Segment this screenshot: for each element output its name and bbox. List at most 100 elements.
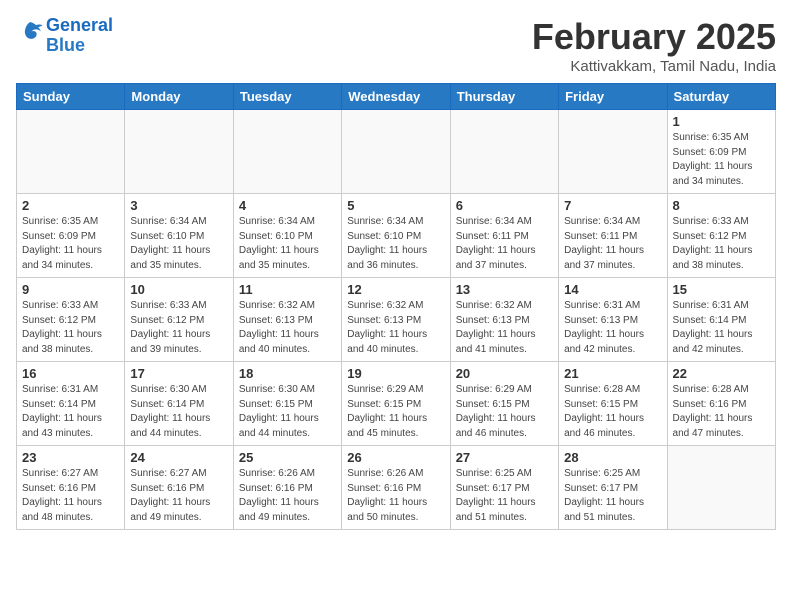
day-info: Sunrise: 6:33 AM Sunset: 6:12 PM Dayligh…	[673, 215, 770, 273]
day-number: 19	[347, 366, 444, 381]
calendar-day-cell: 23 Sunrise: 6:27 AM Sunset: 6:16 PM Dayli…	[17, 446, 125, 530]
day-info: Sunrise: 6:31 AM Sunset: 6:14 PM Dayligh…	[673, 299, 770, 357]
day-number: 23	[22, 450, 119, 465]
day-number: 7	[564, 198, 661, 213]
page-header: General Blue February 2025 Kattivakkam, …	[16, 16, 776, 75]
calendar-day-cell: 8 Sunrise: 6:33 AM Sunset: 6:12 PM Daylig…	[667, 194, 775, 278]
calendar-day-cell	[450, 110, 558, 194]
day-number: 4	[239, 198, 336, 213]
calendar-day-cell: 6 Sunrise: 6:34 AM Sunset: 6:11 PM Daylig…	[450, 194, 558, 278]
calendar-day-cell: 24 Sunrise: 6:27 AM Sunset: 6:16 PM Dayli…	[125, 446, 233, 530]
day-info: Sunrise: 6:33 AM Sunset: 6:12 PM Dayligh…	[130, 299, 227, 357]
calendar-week-row: 16Sunrise: 6:31 AM Sunset: 6:14 PM Dayli…	[17, 362, 776, 446]
day-info: Sunrise: 6:30 AM Sunset: 6:15 PM Dayligh…	[239, 383, 336, 441]
calendar-table: SundayMondayTuesdayWednesdayThursdayFrid…	[16, 83, 776, 530]
calendar-day-header: Tuesday	[233, 84, 341, 110]
calendar-day-cell: 26 Sunrise: 6:26 AM Sunset: 6:16 PM Dayli…	[342, 446, 450, 530]
day-number: 2	[22, 198, 119, 213]
calendar-day-cell: 5Sunrise: 6:34 AM Sunset: 6:10 PM Daylig…	[342, 194, 450, 278]
calendar-day-cell	[667, 446, 775, 530]
day-number: 17	[130, 366, 227, 381]
day-number: 12	[347, 282, 444, 297]
day-info: Sunrise: 6:26 AM Sunset: 6:16 PM Dayligh…	[347, 467, 444, 525]
calendar-day-header: Thursday	[450, 84, 558, 110]
calendar-title: February 2025	[532, 16, 776, 58]
day-info: Sunrise: 6:28 AM Sunset: 6:16 PM Dayligh…	[673, 383, 770, 441]
day-number: 16	[22, 366, 119, 381]
day-number: 22	[673, 366, 770, 381]
calendar-day-cell: 16Sunrise: 6:31 AM Sunset: 6:14 PM Dayli…	[17, 362, 125, 446]
calendar-day-cell: 12 Sunrise: 6:32 AM Sunset: 6:13 PM Dayli…	[342, 278, 450, 362]
day-info: Sunrise: 6:26 AM Sunset: 6:16 PM Dayligh…	[239, 467, 336, 525]
calendar-day-cell: 2 Sunrise: 6:35 AM Sunset: 6:09 PM Daylig…	[17, 194, 125, 278]
calendar-day-header: Friday	[559, 84, 667, 110]
day-info: Sunrise: 6:34 AM Sunset: 6:10 PM Dayligh…	[130, 215, 227, 273]
day-number: 27	[456, 450, 553, 465]
day-info: Sunrise: 6:25 AM Sunset: 6:17 PM Dayligh…	[564, 467, 661, 525]
day-info: Sunrise: 6:34 AM Sunset: 6:11 PM Dayligh…	[564, 215, 661, 273]
day-number: 10	[130, 282, 227, 297]
calendar-day-cell: 4Sunrise: 6:34 AM Sunset: 6:10 PM Daylig…	[233, 194, 341, 278]
day-number: 1	[673, 114, 770, 129]
calendar-week-row: 2 Sunrise: 6:35 AM Sunset: 6:09 PM Daylig…	[17, 194, 776, 278]
calendar-day-cell: 28 Sunrise: 6:25 AM Sunset: 6:17 PM Dayli…	[559, 446, 667, 530]
calendar-day-cell	[125, 110, 233, 194]
day-info: Sunrise: 6:32 AM Sunset: 6:13 PM Dayligh…	[347, 299, 444, 357]
calendar-day-cell: 20Sunrise: 6:29 AM Sunset: 6:15 PM Dayli…	[450, 362, 558, 446]
day-number: 26	[347, 450, 444, 465]
day-number: 28	[564, 450, 661, 465]
logo: General Blue	[16, 16, 113, 56]
day-info: Sunrise: 6:34 AM Sunset: 6:11 PM Dayligh…	[456, 215, 553, 273]
calendar-day-cell: 27Sunrise: 6:25 AM Sunset: 6:17 PM Dayli…	[450, 446, 558, 530]
calendar-day-cell: 21 Sunrise: 6:28 AM Sunset: 6:15 PM Dayli…	[559, 362, 667, 446]
day-number: 18	[239, 366, 336, 381]
day-info: Sunrise: 6:30 AM Sunset: 6:14 PM Dayligh…	[130, 383, 227, 441]
day-info: Sunrise: 6:27 AM Sunset: 6:16 PM Dayligh…	[22, 467, 119, 525]
calendar-day-cell: 17 Sunrise: 6:30 AM Sunset: 6:14 PM Dayli…	[125, 362, 233, 446]
day-number: 15	[673, 282, 770, 297]
day-info: Sunrise: 6:29 AM Sunset: 6:15 PM Dayligh…	[347, 383, 444, 441]
calendar-day-cell: 1 Sunrise: 6:35 AM Sunset: 6:09 PM Daylig…	[667, 110, 775, 194]
calendar-day-cell	[559, 110, 667, 194]
title-block: February 2025 Kattivakkam, Tamil Nadu, I…	[532, 16, 776, 75]
calendar-day-cell: 18 Sunrise: 6:30 AM Sunset: 6:15 PM Dayli…	[233, 362, 341, 446]
day-number: 3	[130, 198, 227, 213]
day-info: Sunrise: 6:33 AM Sunset: 6:12 PM Dayligh…	[22, 299, 119, 357]
calendar-day-cell: 7 Sunrise: 6:34 AM Sunset: 6:11 PM Daylig…	[559, 194, 667, 278]
calendar-day-cell	[342, 110, 450, 194]
day-info: Sunrise: 6:29 AM Sunset: 6:15 PM Dayligh…	[456, 383, 553, 441]
calendar-day-header: Sunday	[17, 84, 125, 110]
calendar-day-cell: 3 Sunrise: 6:34 AM Sunset: 6:10 PM Daylig…	[125, 194, 233, 278]
calendar-day-cell: 22 Sunrise: 6:28 AM Sunset: 6:16 PM Dayli…	[667, 362, 775, 446]
calendar-day-cell: 11 Sunrise: 6:32 AM Sunset: 6:13 PM Dayli…	[233, 278, 341, 362]
calendar-day-header: Saturday	[667, 84, 775, 110]
day-info: Sunrise: 6:27 AM Sunset: 6:16 PM Dayligh…	[130, 467, 227, 525]
day-number: 8	[673, 198, 770, 213]
calendar-day-cell: 13Sunrise: 6:32 AM Sunset: 6:13 PM Dayli…	[450, 278, 558, 362]
day-info: Sunrise: 6:31 AM Sunset: 6:13 PM Dayligh…	[564, 299, 661, 357]
day-number: 14	[564, 282, 661, 297]
day-info: Sunrise: 6:35 AM Sunset: 6:09 PM Dayligh…	[22, 215, 119, 273]
day-number: 6	[456, 198, 553, 213]
calendar-day-cell: 25 Sunrise: 6:26 AM Sunset: 6:16 PM Dayli…	[233, 446, 341, 530]
calendar-day-header: Monday	[125, 84, 233, 110]
day-number: 25	[239, 450, 336, 465]
calendar-day-cell	[233, 110, 341, 194]
day-info: Sunrise: 6:32 AM Sunset: 6:13 PM Dayligh…	[456, 299, 553, 357]
calendar-subtitle: Kattivakkam, Tamil Nadu, India	[532, 58, 776, 75]
logo-bird-icon	[16, 19, 44, 47]
calendar-day-cell: 14 Sunrise: 6:31 AM Sunset: 6:13 PM Dayli…	[559, 278, 667, 362]
day-number: 24	[130, 450, 227, 465]
day-info: Sunrise: 6:32 AM Sunset: 6:13 PM Dayligh…	[239, 299, 336, 357]
calendar-week-row: 9Sunrise: 6:33 AM Sunset: 6:12 PM Daylig…	[17, 278, 776, 362]
calendar-day-cell: 10 Sunrise: 6:33 AM Sunset: 6:12 PM Dayli…	[125, 278, 233, 362]
calendar-header-row: SundayMondayTuesdayWednesdayThursdayFrid…	[17, 84, 776, 110]
day-info: Sunrise: 6:28 AM Sunset: 6:15 PM Dayligh…	[564, 383, 661, 441]
calendar-week-row: 23 Sunrise: 6:27 AM Sunset: 6:16 PM Dayli…	[17, 446, 776, 530]
day-info: Sunrise: 6:35 AM Sunset: 6:09 PM Dayligh…	[673, 131, 770, 189]
calendar-day-cell	[17, 110, 125, 194]
calendar-day-cell: 9Sunrise: 6:33 AM Sunset: 6:12 PM Daylig…	[17, 278, 125, 362]
day-number: 11	[239, 282, 336, 297]
day-number: 5	[347, 198, 444, 213]
day-number: 21	[564, 366, 661, 381]
